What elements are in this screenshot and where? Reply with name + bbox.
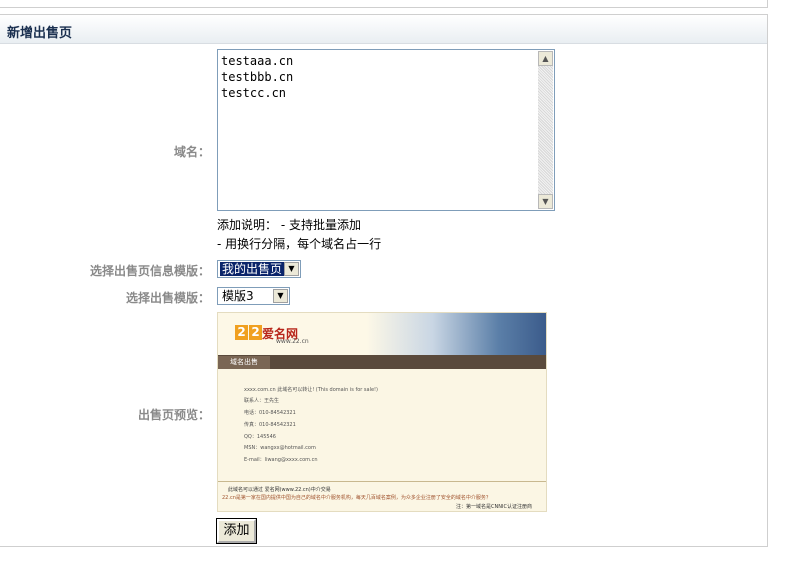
info-template-value: 我的出售页 [220,262,285,276]
preview-tab: 域名出售 [218,356,270,369]
panel-header: 新增出售页 [0,15,767,44]
preview-logo-url: www.22.cn [276,338,309,345]
help-text-line1: 添加说明： - 支持批量添加 [217,218,361,232]
preview-footer: 此域名可以通过 爱名网(www.22.cn)中介交易 22.cn是第一家在国内提… [218,481,546,511]
scroll-down-icon[interactable]: ▼ [538,194,553,209]
preview-footer-line: 注：第一域名是CNNIC认证注册商 [456,504,532,510]
template-select[interactable]: 模版3 ▼ [217,287,290,305]
preview-logo-digit: 2 [235,325,248,340]
preview-footer-line: 此域名可以通过 爱名网(www.22.cn)中介交易 [228,487,331,493]
preview-line: QQ：145546 [244,434,276,440]
scroll-up-icon[interactable]: ▲ [538,51,553,66]
preview-line: 联系人：王先生 [244,398,280,404]
info-template-label: 选择出售页信息模版： [89,264,210,278]
preview-line: 传真：010-84542321 [244,422,296,428]
domain-line: testaaa.cn [221,54,294,68]
preview-line: 电话：010-84542321 [244,410,296,416]
sale-page-preview-image: 2 2 爱名网 www.22.cn 域名出售 xxxx.com.cn 此域名可以… [217,312,547,512]
preview-footer-line: 22.cn是第一家在国内提供中国为自己的域名中介服务机构，每天几百域名案例，为众… [222,495,491,501]
preview-line: xxxx.com.cn 此域名可以转让! (This domain is for… [244,387,379,393]
add-button[interactable]: 添加 [216,518,257,544]
template-value: 模版3 [222,289,254,303]
top-panel-edge [0,0,768,8]
panel-title: 新增出售页 [7,26,73,41]
textarea-scrollbar[interactable]: ▲ ▼ [538,51,553,209]
domain-textarea-content[interactable]: testaaa.cn testbbb.cn testcc.cn [221,53,533,207]
help-text-line2: - 用换行分隔，每个域名占一行 [217,237,382,251]
domain-line: testbbb.cn [221,70,294,84]
domain-line: testcc.cn [221,86,287,100]
domain-label: 域名： [173,145,210,159]
chevron-down-icon[interactable]: ▼ [284,262,299,276]
preview-logo-digit: 2 [249,325,262,340]
template-label: 选择出售模版： [125,291,210,305]
info-template-select[interactable]: 我的出售页 ▼ [217,260,301,278]
domain-textarea[interactable]: testaaa.cn testbbb.cn testcc.cn ▲ ▼ [217,49,555,211]
preview-line: MSN：wangxx@hotmail.com [244,445,316,451]
chevron-down-icon[interactable]: ▼ [273,289,288,303]
preview-label: 出售页预览： [137,408,210,422]
preview-line: E-mail：liwang@xxxx.com.cn [244,457,318,463]
